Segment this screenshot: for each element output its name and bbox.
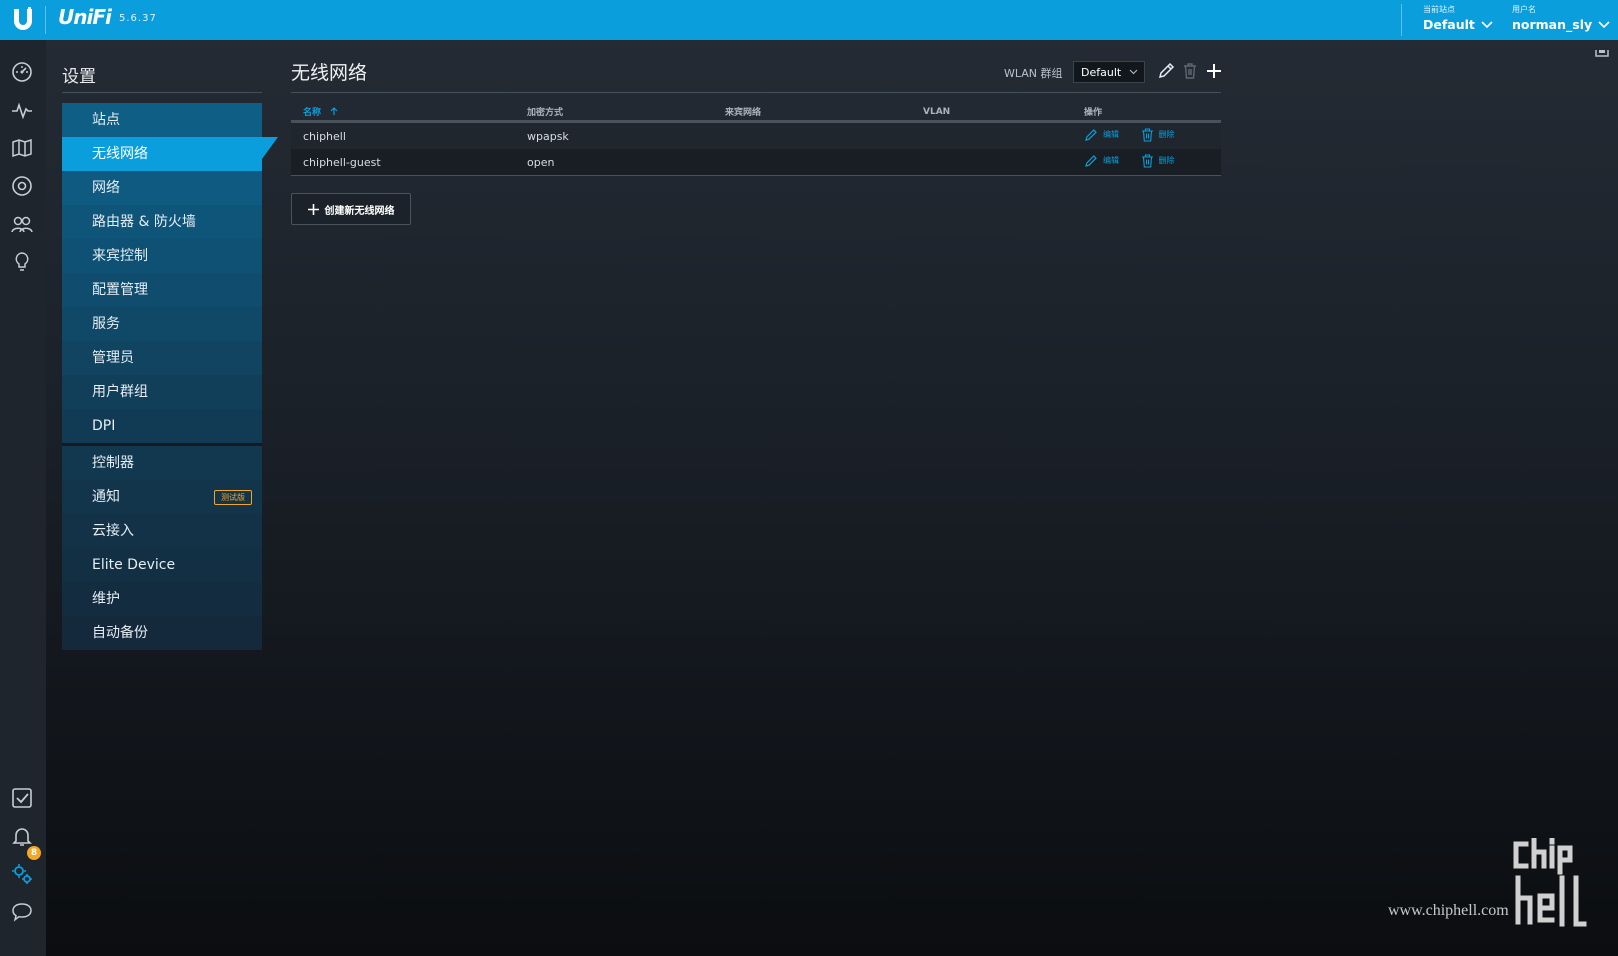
- version-label: 5.6.37: [119, 13, 157, 24]
- wlan-group-select[interactable]: Default: [1073, 61, 1145, 83]
- clients-icon[interactable]: [10, 212, 34, 236]
- brand-name: UniFi: [58, 5, 112, 29]
- events-icon[interactable]: [10, 786, 34, 810]
- trash-icon: [1141, 153, 1153, 168]
- alerts-icon[interactable]: [10, 824, 34, 848]
- settings-icon[interactable]: [10, 862, 34, 886]
- pencil-icon: [1085, 128, 1097, 141]
- column-header-name[interactable]: 名称: [291, 103, 515, 123]
- plus-icon: [307, 203, 319, 215]
- create-button-label: 创建新无线网络: [324, 205, 395, 217]
- cell-actions: 编辑 删除: [1072, 122, 1221, 150]
- delete-group-icon[interactable]: [1181, 62, 1199, 80]
- menu-item-notifications[interactable]: 通知 测试版: [62, 480, 262, 514]
- table-header-row: 名称 加密方式 来宾网络 VLAN 操作: [291, 103, 1221, 123]
- add-group-icon[interactable]: [1205, 62, 1223, 80]
- cell-name: chiphell: [303, 129, 346, 143]
- menu-item-dpi[interactable]: DPI: [62, 409, 262, 443]
- top-bar: UniFi 5.6.37 当前站点 Default 用户名 norman_sly: [0, 0, 1618, 40]
- topbar-divider: [45, 6, 46, 34]
- menu-item-profiles[interactable]: 配置管理: [62, 273, 262, 307]
- site-selector[interactable]: 当前站点 Default: [1423, 4, 1493, 34]
- beta-badge: 测试版: [214, 490, 252, 505]
- chat-icon[interactable]: [10, 900, 34, 924]
- cell-name: chiphell-guest: [291, 149, 515, 176]
- edit-group-icon[interactable]: [1157, 62, 1175, 80]
- column-header-actions: 操作: [1072, 103, 1221, 123]
- menu-item-guest-control[interactable]: 来宾控制: [62, 239, 262, 273]
- edit-button[interactable]: 编辑: [1084, 128, 1119, 142]
- column-header-guest-network[interactable]: 来宾网络: [713, 103, 911, 123]
- menu-item-auto-backup[interactable]: 自动备份: [62, 616, 262, 650]
- menu-item-networks[interactable]: 网络: [62, 171, 262, 205]
- chevron-down-icon: [1598, 21, 1610, 29]
- menu-item-controller[interactable]: 控制器: [62, 446, 262, 480]
- column-header-vlan[interactable]: VLAN: [911, 103, 1072, 123]
- chevron-down-icon: [1129, 69, 1138, 75]
- watermark-url: www.chiphell.com: [1388, 902, 1509, 919]
- cell-guest: [713, 149, 911, 176]
- alerts-count-badge: 8: [27, 846, 41, 860]
- cell-vlan: [911, 122, 1072, 150]
- sort-ascending-icon: [330, 107, 338, 115]
- wlan-group-label: WLAN 群组: [1004, 67, 1063, 80]
- delete-button[interactable]: 删除: [1141, 153, 1175, 168]
- chevron-down-icon: [1481, 21, 1493, 29]
- user-menu[interactable]: 用户名 norman_sly: [1512, 4, 1610, 34]
- menu-item-label: 通知: [92, 489, 120, 505]
- pencil-icon: [1085, 154, 1097, 167]
- menu-item-wireless-networks[interactable]: 无线网络: [62, 137, 278, 171]
- devices-icon[interactable]: [10, 174, 34, 198]
- menu-item-admins[interactable]: 管理员: [62, 341, 262, 375]
- table-row[interactable]: chiphell-guest open 编辑 删除: [291, 149, 1221, 176]
- main-divider: [291, 92, 1221, 93]
- statistics-icon[interactable]: [10, 98, 34, 122]
- menu-item-maintenance[interactable]: 维护: [62, 582, 262, 616]
- menu-item-cloud-access[interactable]: 云接入: [62, 514, 262, 548]
- trash-icon: [1141, 127, 1153, 142]
- menu-item-elite-device[interactable]: Elite Device: [62, 548, 262, 582]
- user-label: 用户名: [1512, 5, 1536, 14]
- settings-menu: 站点 无线网络 网络 路由器 & 防火墙 来宾控制 配置管理 服务 管理员 用户…: [62, 103, 278, 650]
- cell-actions: 编辑 删除: [1072, 149, 1221, 176]
- create-wireless-network-button[interactable]: 创建新无线网络: [291, 193, 411, 225]
- page-title: 无线网络: [291, 62, 368, 84]
- settings-title: 设置: [62, 67, 96, 87]
- cell-security: wpapsk: [527, 129, 569, 143]
- insights-icon[interactable]: [10, 250, 34, 274]
- user-value: norman_sly: [1512, 17, 1593, 32]
- usb-icon[interactable]: [1594, 46, 1610, 60]
- delete-button[interactable]: 删除: [1141, 127, 1175, 142]
- site-label: 当前站点: [1423, 5, 1455, 14]
- left-nav-rail: [0, 40, 46, 956]
- menu-item-services[interactable]: 服务: [62, 307, 262, 341]
- chiphell-watermark-logo: [1513, 838, 1587, 927]
- ubiquiti-logo-icon[interactable]: [10, 6, 36, 32]
- dashboard-icon[interactable]: [10, 60, 34, 84]
- wlan-table: 名称 加密方式 来宾网络 VLAN 操作 chiphell wpapsk 编辑 …: [291, 103, 1221, 176]
- wlan-group-value: Default: [1081, 66, 1122, 79]
- cell-guest: [713, 122, 911, 150]
- edit-button[interactable]: 编辑: [1084, 154, 1119, 168]
- column-header-security[interactable]: 加密方式: [515, 103, 713, 123]
- settings-divider: [62, 92, 262, 93]
- menu-item-sites[interactable]: 站点: [62, 103, 262, 137]
- menu-item-user-groups[interactable]: 用户群组: [62, 375, 262, 409]
- cell-security: open: [515, 149, 713, 176]
- site-value: Default: [1423, 17, 1475, 32]
- map-icon[interactable]: [10, 136, 34, 160]
- menu-item-routing-firewall[interactable]: 路由器 & 防火墙: [62, 205, 262, 239]
- table-row[interactable]: chiphell wpapsk 编辑 删除: [291, 121, 1221, 150]
- cell-vlan: [911, 149, 1072, 176]
- topbar-separator: [1401, 4, 1402, 36]
